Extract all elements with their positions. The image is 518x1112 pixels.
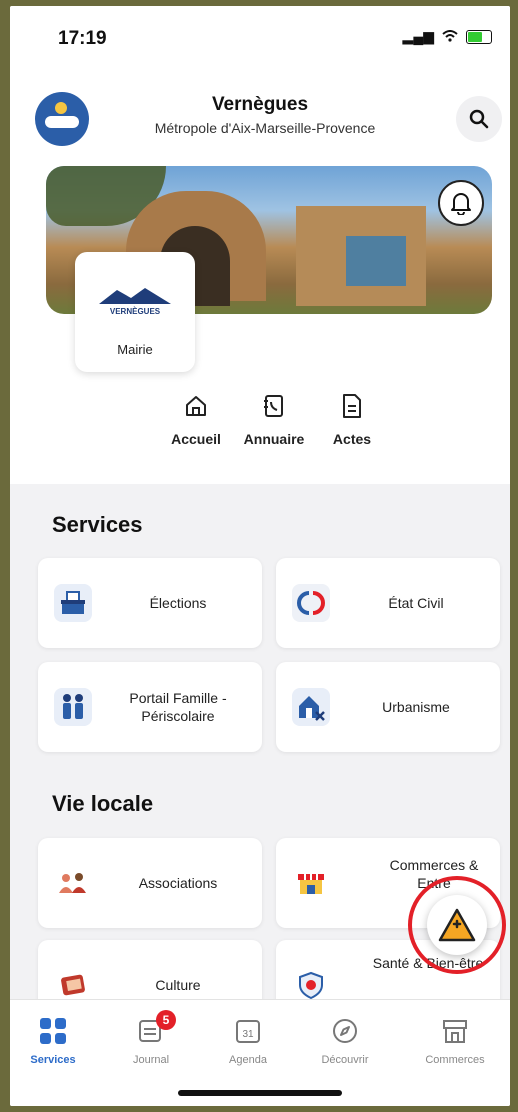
search-button[interactable] xyxy=(456,96,502,142)
services-section-title: Services xyxy=(52,512,143,537)
mairie-logo: VERNÈGUES xyxy=(97,282,173,318)
tab-label: Commerces xyxy=(425,1054,485,1066)
family-icon xyxy=(63,694,83,719)
tab-journal[interactable]: 5 Journal xyxy=(106,1010,196,1066)
tab-services[interactable]: Services xyxy=(10,1014,98,1066)
mairie-card[interactable]: VERNÈGUES Mairie xyxy=(75,252,195,372)
home-icon xyxy=(186,396,206,416)
home-indicator xyxy=(178,1090,342,1096)
app-logo-icon[interactable] xyxy=(35,92,89,146)
notifications-button[interactable] xyxy=(438,180,484,226)
service-card-portail-famille[interactable]: Portail Famille - Périscolaire xyxy=(38,662,262,752)
document-icon xyxy=(343,394,361,418)
storefront-icon xyxy=(443,1020,467,1043)
battery-icon xyxy=(466,29,492,44)
region-subtitle: Métropole d'Aix-Marseille-Provence xyxy=(154,120,376,136)
svg-text:VERNÈGUES: VERNÈGUES xyxy=(110,307,161,316)
calendar-icon: 31 xyxy=(236,1020,260,1043)
app-header: Vernègues Métropole d'Aix-Marseille-Prov… xyxy=(10,84,510,154)
tab-label: Journal xyxy=(132,1054,170,1066)
service-card-urbanisme[interactable]: Urbanisme xyxy=(276,662,500,752)
tab-label: Découvrir xyxy=(321,1054,369,1066)
svg-text:31: 31 xyxy=(242,1029,254,1040)
quicknav-actes[interactable]: Actes xyxy=(316,391,388,447)
city-title: Vernègues xyxy=(211,94,309,115)
journal-badge: 5 xyxy=(156,1010,176,1030)
quicknav-label: Actes xyxy=(332,431,372,447)
status-bar: 17:19 ▂▄▆ xyxy=(10,6,510,66)
quicknav-accueil[interactable]: Accueil xyxy=(160,391,232,447)
tab-decouvrir[interactable]: Découvrir xyxy=(300,1014,390,1066)
search-icon xyxy=(469,109,489,129)
phone-screen: 17:19 ▂▄▆ Vernègues Métropole d'Aix-Mars… xyxy=(10,6,510,1106)
quicknav-label: Accueil xyxy=(171,431,221,447)
vie-locale-section-title: Vie locale xyxy=(52,791,154,816)
phonebook-icon xyxy=(264,395,283,417)
compass-icon xyxy=(333,1019,357,1043)
shop-icon xyxy=(298,874,324,894)
system-icons: ▂▄▆ xyxy=(403,28,492,45)
tab-agenda[interactable]: 31 Agenda xyxy=(203,1014,293,1066)
warning-icon xyxy=(438,908,476,942)
tab-label: Services xyxy=(30,1054,76,1066)
tab-commerces[interactable]: Commerces xyxy=(410,1014,500,1066)
top-panel: 17:19 ▂▄▆ Vernègues Métropole d'Aix-Mars… xyxy=(10,6,510,484)
card-label: Élections xyxy=(149,594,207,611)
people-icon xyxy=(59,873,86,893)
local-card-associations[interactable]: Associations xyxy=(38,838,262,928)
quicknav-annuaire[interactable]: Annuaire xyxy=(238,391,310,447)
civil-status-icon xyxy=(297,591,325,615)
tab-label: Agenda xyxy=(229,1054,267,1066)
alert-highlight-circle xyxy=(408,876,506,974)
signal-icon: ▂▄▆ xyxy=(402,28,434,44)
card-label: Portail Famille - Périscolaire xyxy=(129,689,227,724)
health-icon xyxy=(299,971,323,1000)
card-label: Urbanisme xyxy=(382,698,450,715)
service-card-elections[interactable]: Élections xyxy=(38,558,262,648)
service-card-etat-civil[interactable]: État Civil xyxy=(276,558,500,648)
culture-icon xyxy=(61,974,85,996)
quicknav-label: Annuaire xyxy=(243,431,305,447)
bell-icon xyxy=(451,193,471,215)
card-label: État Civil xyxy=(388,594,444,611)
ballot-box-icon xyxy=(61,591,85,614)
quick-nav: Accueil Annuaire Actes xyxy=(160,391,388,447)
house-planning-icon xyxy=(299,696,325,721)
status-time: 17:19 xyxy=(58,28,107,49)
alert-button[interactable] xyxy=(427,895,487,955)
wifi-icon xyxy=(442,29,458,45)
mairie-label: Mairie xyxy=(117,342,153,357)
card-label: Associations xyxy=(138,874,218,891)
grid-icon xyxy=(40,1018,66,1044)
